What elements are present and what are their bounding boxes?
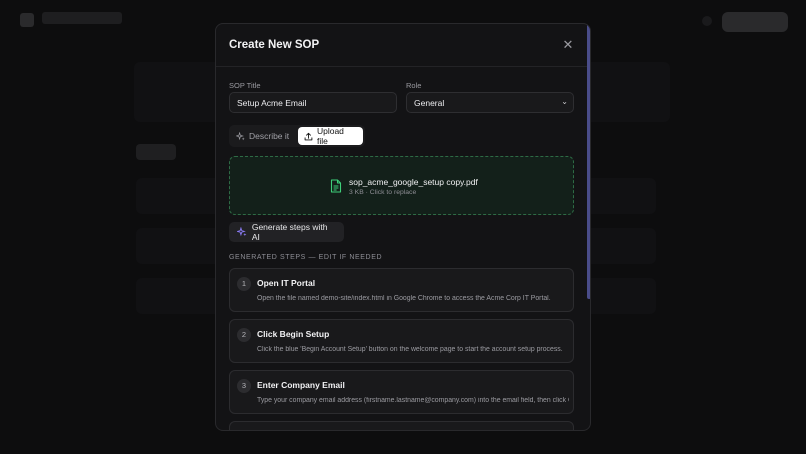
app-header-button [722,12,788,32]
sop-title-label: SOP Title [229,81,261,90]
step-number: 4 [237,430,251,431]
describe-label: Describe it [249,131,290,141]
app-tab-pill [136,144,176,160]
tab-describe-it[interactable]: Describe it [230,127,296,145]
generated-steps-heading: GENERATED STEPS — EDIT IF NEEDED [229,254,383,261]
step-card[interactable]: 2 Click Begin Setup Click the blue 'Begi… [229,319,574,363]
role-select[interactable]: General ⌄ [406,92,574,113]
role-label: Role [406,81,422,90]
close-icon[interactable]: ✕ [562,38,574,51]
file-text-icon [330,179,342,193]
modal-header: Create New SOP ✕ [216,24,590,67]
step-number: 3 [237,379,251,393]
generate-steps-button[interactable]: Generate steps with AI [229,222,344,242]
chevron-down-icon: ⌄ [561,97,568,106]
sparkle-icon [237,227,247,237]
sparkle-icon [236,131,245,140]
uploaded-file-name: sop_acme_google_setup copy.pdf [349,177,478,187]
create-sop-modal: Create New SOP ✕ SOP Title Setup Acme Em… [215,23,591,431]
step-card[interactable]: 1 Open IT Portal Open the file named dem… [229,268,574,312]
upload-label: Upload file [316,126,344,146]
step-description[interactable]: Open the file named demo-site/index.html… [257,295,569,302]
step-title[interactable]: Click Begin Setup [257,329,329,339]
generate-steps-label: Generate steps with AI [251,222,328,242]
uploaded-file-meta: 3 KB · Click to replace [349,189,417,196]
step-title[interactable]: Enter Company Email [257,380,345,390]
app-status-dot [702,16,712,26]
step-description[interactable]: Click the blue 'Begin Account Setup' but… [257,346,569,353]
tab-upload-file[interactable]: Upload file [298,126,363,146]
file-dropzone[interactable]: sop_acme_google_setup copy.pdf 3 KB · Cl… [229,156,574,215]
step-title[interactable]: Open IT Portal [257,278,315,288]
step-number: 2 [237,328,251,342]
step-card[interactable]: 3 Enter Company Email Type your company … [229,370,574,414]
app-brand [42,12,122,24]
upload-icon [304,132,313,140]
step-card[interactable]: 4 [229,421,574,431]
role-select-value: General [414,98,445,108]
scrollbar[interactable] [587,24,590,299]
step-number: 1 [237,277,251,291]
modal-title: Create New SOP [229,39,320,51]
step-description[interactable]: Type your company email address (firstna… [257,397,569,404]
mode-toggle: Describe it Upload file [229,125,365,147]
app-logo [20,13,34,27]
sop-title-input[interactable]: Setup Acme Email [229,92,397,113]
